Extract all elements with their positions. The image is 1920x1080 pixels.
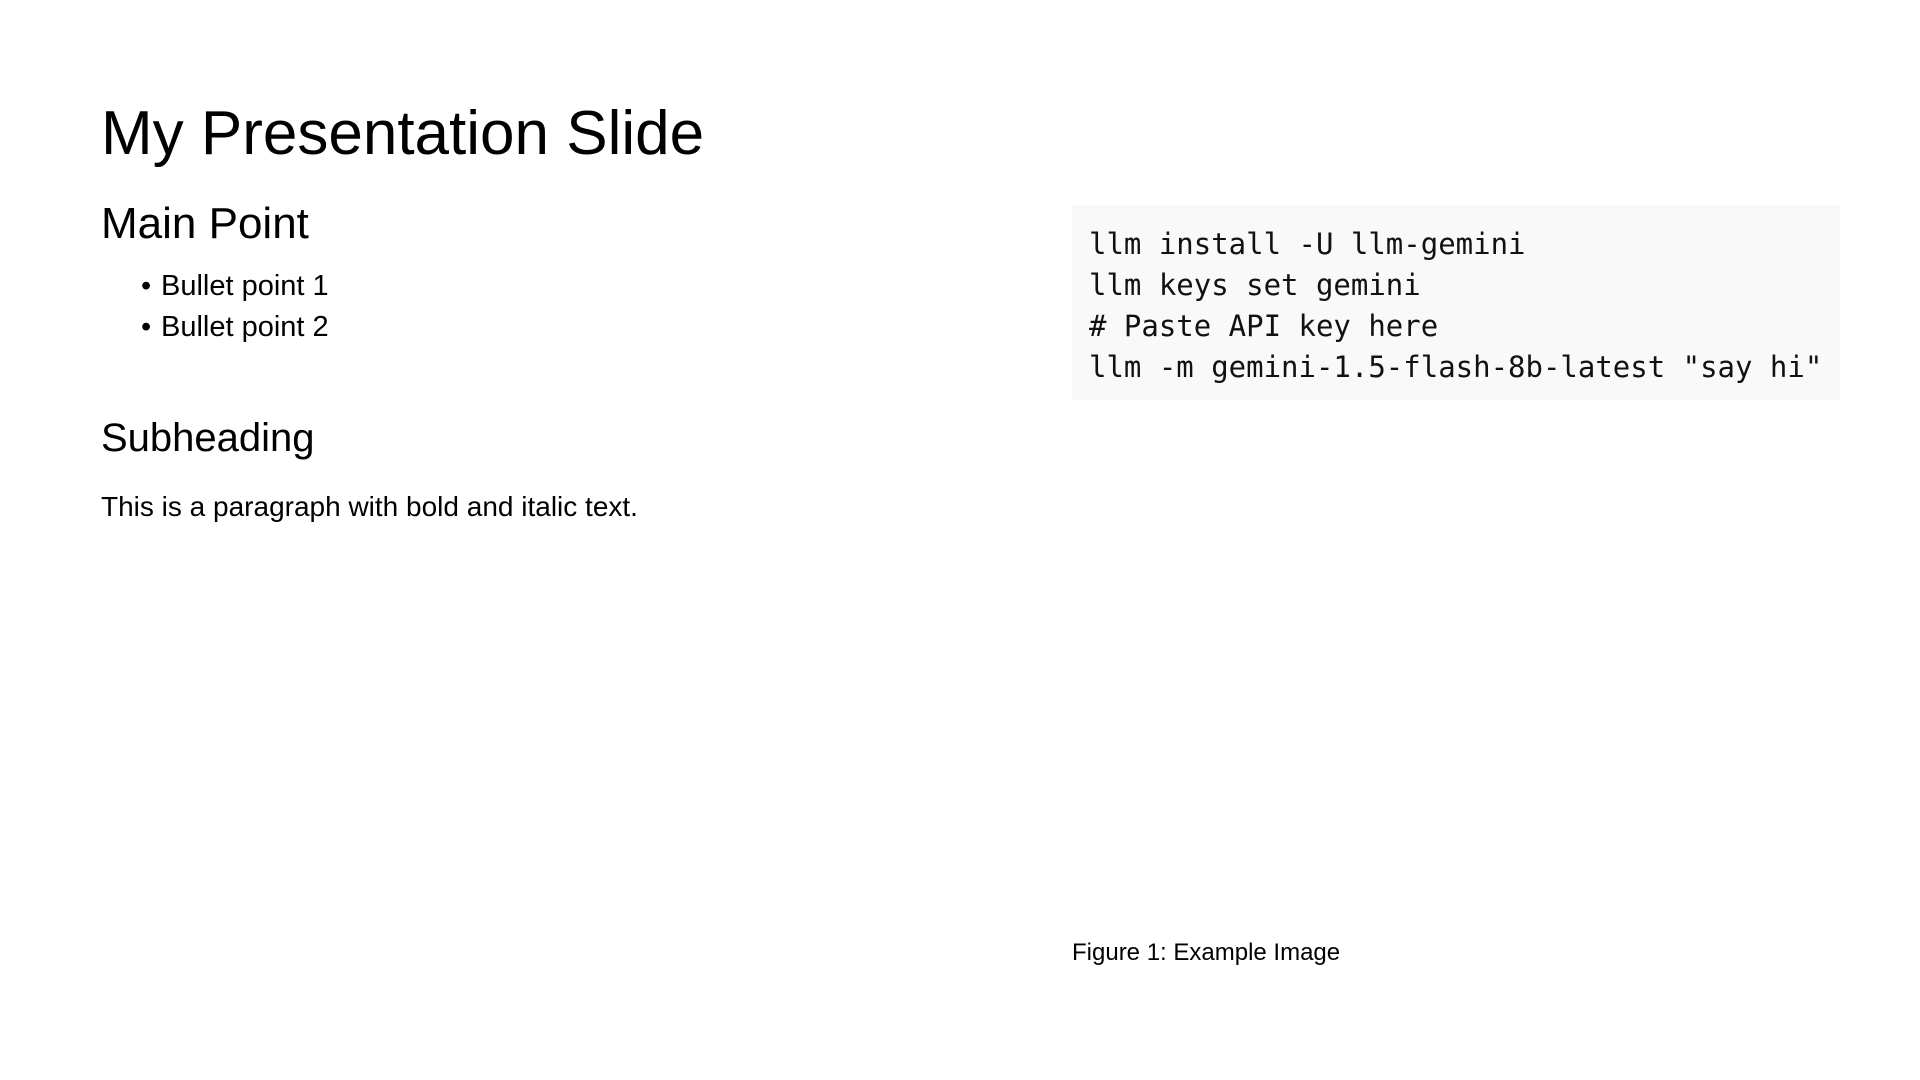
main-point-heading: Main Point — [101, 199, 309, 248]
code-line: llm -m gemini-1.5-flash-8b-latest "say h… — [1089, 350, 1823, 384]
bullet-list: • Bullet point 1 • Bullet point 2 — [101, 266, 1001, 348]
code-line: llm install -U llm-gemini — [1089, 227, 1526, 261]
bullet-text: Bullet point 1 — [161, 270, 329, 302]
code-line: # Paste API key here — [1089, 309, 1439, 343]
slide-title: My Presentation Slide — [101, 99, 705, 168]
bullet-text: Bullet point 2 — [161, 311, 329, 343]
main-point-section: Main Point • Bullet point 1 • Bullet point… — [101, 198, 1001, 348]
code-line: llm keys set gemini — [1089, 268, 1421, 302]
subheading: Subheading — [101, 416, 315, 460]
paragraph: This is a paragraph with bold and italic… — [101, 491, 638, 522]
bullet-icon: • — [141, 311, 152, 343]
code-block: llm install -U llm-gemini llm keys set ge… — [1072, 205, 1840, 400]
figure-caption: Figure 1: Example Image — [1072, 939, 1341, 966]
bullet-icon: • — [141, 270, 152, 302]
list-item: • Bullet point 2 — [141, 307, 1001, 348]
list-item: • Bullet point 1 — [141, 266, 1001, 307]
presentation-slide: My Presentation Slide Main Point • Bullet… — [0, 0, 1920, 1080]
